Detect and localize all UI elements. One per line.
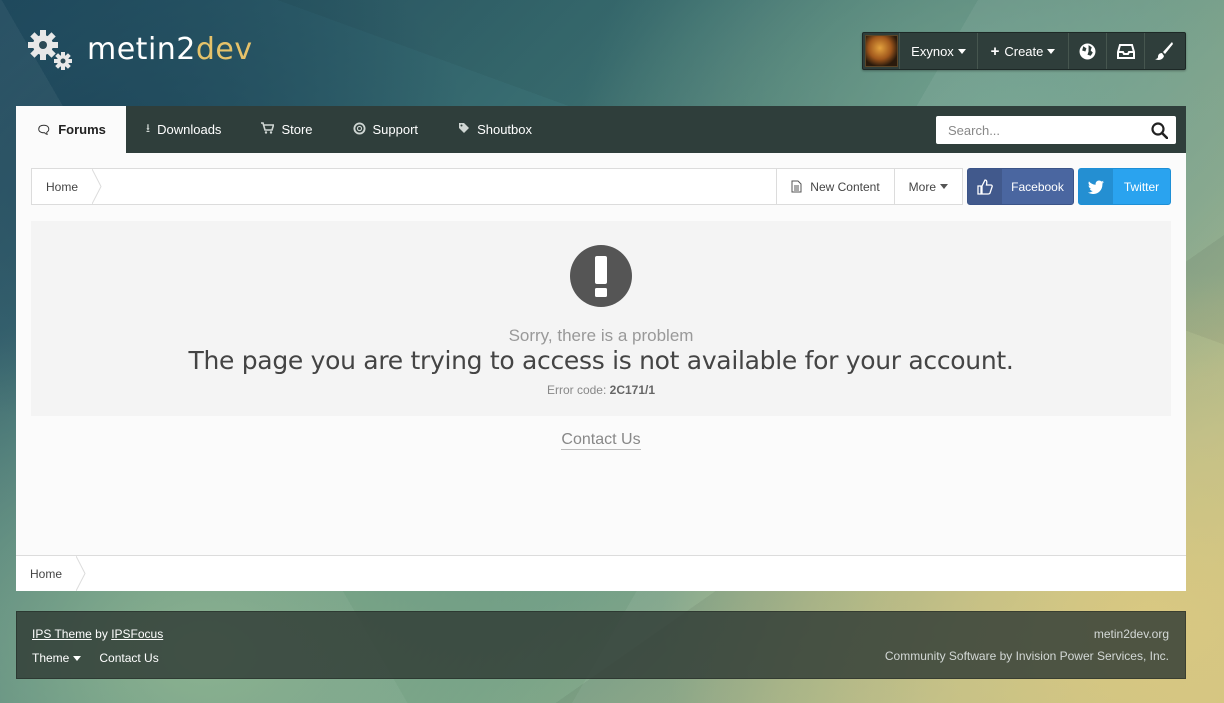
new-content-label: New Content xyxy=(810,179,880,194)
error-code: Error code: 2C171/1 xyxy=(31,383,1171,397)
download-icon: ⭳ xyxy=(145,121,151,135)
plus-icon: + xyxy=(990,42,1000,60)
username-label: Exynox xyxy=(911,43,954,59)
user-avatar[interactable] xyxy=(863,33,900,69)
tag-icon xyxy=(458,122,470,137)
chevron-down-icon xyxy=(73,656,82,662)
inbox-icon xyxy=(1116,43,1135,59)
search-box xyxy=(936,116,1176,144)
search-icon xyxy=(1150,121,1168,139)
theme-credit: IPS Theme by IPSFocus xyxy=(32,627,163,641)
user-menu-button[interactable]: Exynox xyxy=(900,33,978,69)
chevron-down-icon xyxy=(957,48,966,54)
theme-menu-label: Theme xyxy=(32,651,70,665)
theme-menu-button[interactable]: Theme xyxy=(32,651,82,665)
logo-text: metin2dev xyxy=(87,32,253,67)
search-input[interactable] xyxy=(936,116,1142,144)
footer-contact-link[interactable]: Contact Us xyxy=(99,651,158,665)
breadcrumb-home[interactable]: Home xyxy=(32,169,102,204)
breadcrumb-label: Home xyxy=(46,179,79,194)
bottom-breadcrumb: Home xyxy=(16,555,1186,591)
tab-support[interactable]: Support xyxy=(333,106,439,153)
main-nav: 🗨 Forums ⭳ Downloads Store Support Shout… xyxy=(16,106,1186,153)
error-code-value: 2C171/1 xyxy=(609,383,656,397)
cart-icon xyxy=(261,122,276,137)
more-menu-button[interactable]: More xyxy=(893,169,962,204)
breadcrumb-separator-icon xyxy=(76,556,86,591)
tab-label: Forums xyxy=(58,122,106,137)
ips-theme-link[interactable]: IPS Theme xyxy=(32,627,92,641)
new-content-button[interactable]: New Content xyxy=(776,169,893,204)
breadcrumb-label: Home xyxy=(30,566,63,581)
tab-forums[interactable]: 🗨 Forums xyxy=(16,106,126,153)
twitter-bird-icon xyxy=(1079,169,1113,204)
breadcrumb-home[interactable]: Home xyxy=(16,556,86,591)
messages-button[interactable] xyxy=(1107,33,1145,69)
breadcrumb-separator-icon xyxy=(92,169,102,204)
breadcrumb: Home New Content More xyxy=(31,168,963,205)
site-footer: IPS Theme by IPSFocus Theme Contact Us m… xyxy=(16,611,1186,679)
tab-label: Shoutbox xyxy=(477,122,532,137)
site-domain: metin2dev.org xyxy=(1093,627,1169,641)
exclamation-icon xyxy=(570,245,632,307)
tab-store[interactable]: Store xyxy=(241,106,332,153)
site-logo[interactable]: metin2dev xyxy=(27,29,253,71)
search-button[interactable] xyxy=(1142,116,1176,144)
tab-label: Downloads xyxy=(157,122,222,137)
comments-icon: 🗨 xyxy=(36,122,52,137)
tab-label: Store xyxy=(281,122,313,137)
twitter-label: Twitter xyxy=(1123,179,1160,194)
gears-icon xyxy=(27,29,75,71)
create-label: Create xyxy=(1004,43,1044,59)
contact-us-link[interactable]: Contact Us xyxy=(561,431,641,450)
ipsfocus-link[interactable]: IPSFocus xyxy=(111,627,163,641)
facebook-button[interactable]: Facebook xyxy=(967,168,1074,205)
twitter-button[interactable]: Twitter xyxy=(1078,168,1171,205)
tab-downloads[interactable]: ⭳ Downloads xyxy=(126,106,242,153)
facebook-label: Facebook xyxy=(1011,179,1064,194)
tab-shoutbox[interactable]: Shoutbox xyxy=(438,106,552,153)
error-panel: Sorry, there is a problem The page you a… xyxy=(31,221,1171,416)
error-subtitle: Sorry, there is a problem xyxy=(508,326,694,345)
footer-links: Theme Contact Us xyxy=(32,651,159,665)
more-label: More xyxy=(908,179,936,194)
chevron-down-icon xyxy=(1047,48,1056,54)
chevron-down-icon xyxy=(940,184,948,189)
paintbrush-icon xyxy=(1155,42,1173,60)
contact-us-row: Contact Us xyxy=(16,431,1186,450)
tab-label: Support xyxy=(372,122,419,137)
powered-by-link[interactable]: Community Software by Invision Power Ser… xyxy=(885,649,1169,663)
globe-icon xyxy=(1079,43,1096,59)
main-container: 🗨 Forums ⭳ Downloads Store Support Shout… xyxy=(16,106,1186,591)
by-text: by xyxy=(95,627,108,641)
error-message: The page you are trying to access is not… xyxy=(188,346,1014,375)
create-menu-button[interactable]: + Create xyxy=(978,33,1069,69)
theme-button[interactable] xyxy=(1145,33,1183,69)
user-bar: Exynox + Create xyxy=(862,32,1186,70)
error-code-label: Error code: xyxy=(546,383,607,397)
document-icon xyxy=(791,180,802,193)
lifebuoy-icon xyxy=(352,121,366,138)
avatar-image xyxy=(864,35,898,67)
breadcrumb-spacer xyxy=(92,169,776,204)
thumbs-up-icon xyxy=(968,169,1002,204)
notifications-button[interactable] xyxy=(1069,33,1107,69)
